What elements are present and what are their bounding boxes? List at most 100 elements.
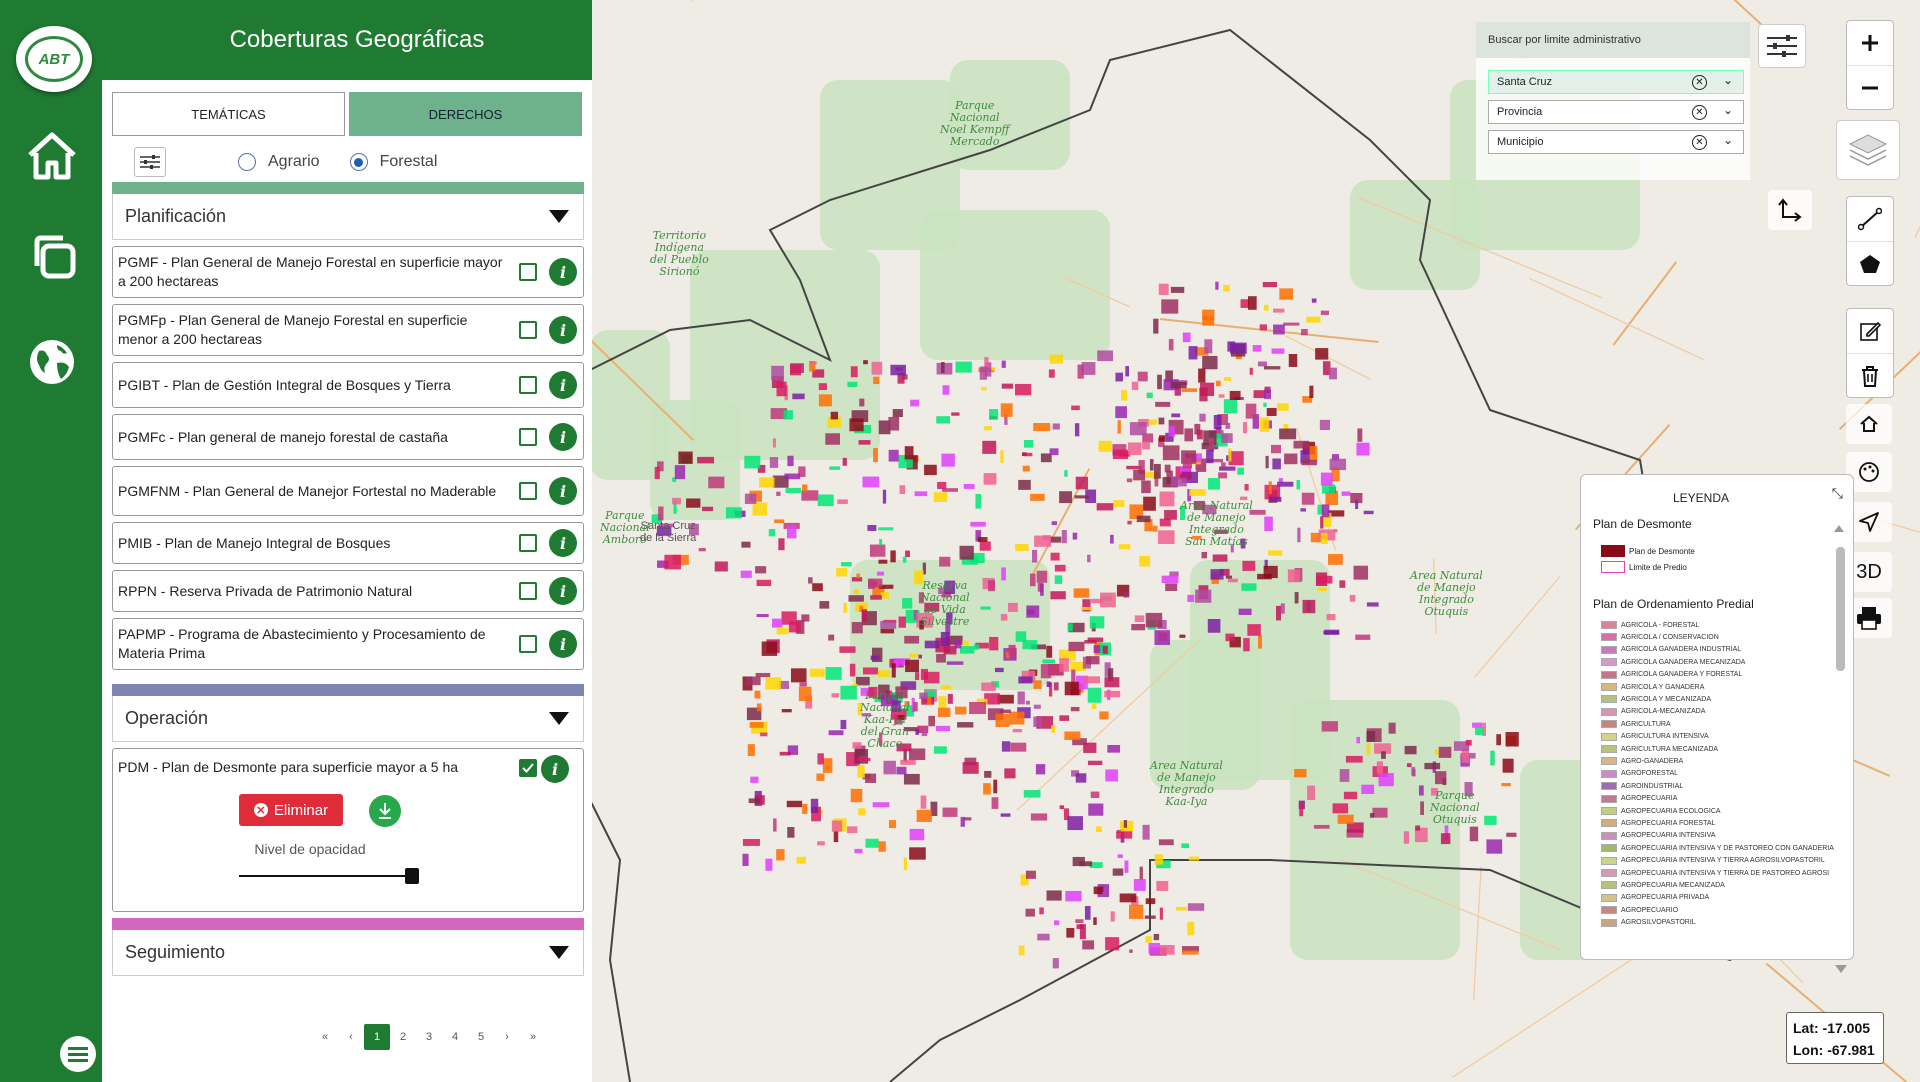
legend-label: AGROPECUARIA INTENSIVA Y DE PASTOREO CON… (1621, 844, 1834, 852)
layer-checkbox[interactable] (519, 582, 537, 600)
delete-drawing-button[interactable] (1847, 353, 1893, 397)
info-icon[interactable]: i (549, 577, 577, 605)
land-parcel (830, 411, 839, 420)
departamento-select[interactable]: Santa Cruz ✕ ⌄ (1488, 70, 1744, 94)
land-parcel (742, 853, 749, 866)
layer-checkbox[interactable] (519, 534, 537, 552)
draw-line-button[interactable] (1847, 197, 1893, 241)
legend-swatch (1601, 670, 1617, 679)
legend-item: AGRICOLA GANADERA MECANIZADA (1601, 658, 1745, 667)
chevron-down-icon[interactable] (549, 946, 569, 959)
page-link[interactable]: 3 (416, 1024, 442, 1050)
legend-label: AGRICULTURA (1621, 720, 1671, 728)
menu-button[interactable] (60, 1036, 96, 1072)
info-icon[interactable]: i (549, 371, 577, 399)
tab-tematicas[interactable]: TEMÁTICAS (112, 92, 345, 136)
page-link[interactable]: « (312, 1024, 338, 1050)
chevron-down-icon[interactable]: ⌄ (1723, 133, 1733, 147)
info-icon[interactable]: i (549, 258, 577, 286)
globe-icon[interactable] (24, 334, 80, 390)
filter-button[interactable] (134, 147, 166, 177)
delete-button[interactable]: ✕ Eliminar (239, 794, 343, 826)
layer-checkbox[interactable] (519, 263, 537, 281)
section-seguimiento[interactable]: Seguimiento (112, 930, 584, 976)
layers-copy-icon[interactable] (24, 228, 80, 284)
info-icon[interactable]: i (549, 477, 577, 505)
land-parcel (1300, 508, 1306, 512)
home-icon[interactable] (24, 128, 80, 184)
layer-checkbox[interactable] (519, 428, 537, 446)
section-operacion[interactable]: Operación (112, 696, 584, 742)
clear-icon[interactable]: ✕ (1692, 105, 1707, 120)
opacity-slider[interactable] (239, 868, 419, 884)
land-parcel (1200, 382, 1215, 397)
info-icon[interactable]: i (541, 755, 569, 783)
layer-checkbox[interactable] (519, 321, 537, 339)
land-parcel (1073, 588, 1090, 598)
page-link[interactable]: 1 (364, 1024, 390, 1050)
zoom-in-button[interactable] (1847, 21, 1893, 65)
page-link[interactable]: » (520, 1024, 546, 1050)
layer-item-label: PGMFc - Plan general de manejo forestal … (118, 428, 448, 445)
basemap-layers-button[interactable] (1836, 120, 1900, 180)
land-parcel (1059, 658, 1069, 672)
info-icon[interactable]: i (549, 316, 577, 344)
municipio-select[interactable]: Municipio ✕ ⌄ (1488, 130, 1744, 154)
download-button[interactable] (369, 795, 401, 827)
land-parcel (837, 499, 848, 504)
land-parcel (1411, 767, 1416, 776)
radio-agrario[interactable]: Agrario (238, 153, 320, 171)
chevron-down-icon[interactable]: ⌄ (1723, 73, 1733, 87)
land-parcel (902, 556, 907, 563)
home-extent-button[interactable] (1846, 404, 1892, 444)
page-link[interactable]: 2 (390, 1024, 416, 1050)
scroll-down-icon[interactable] (1834, 964, 1848, 974)
chevron-down-icon[interactable] (549, 210, 569, 223)
land-parcel (1319, 419, 1330, 431)
measure-button[interactable] (1768, 190, 1812, 230)
edit-button[interactable] (1847, 309, 1893, 353)
page-link[interactable]: › (494, 1024, 520, 1050)
tab-derechos[interactable]: DERECHOS (349, 92, 582, 136)
chevron-down-icon[interactable] (549, 712, 569, 725)
chevron-down-icon[interactable]: ⌄ (1723, 103, 1733, 117)
opacity-slider-handle[interactable] (405, 868, 419, 884)
land-parcel (1070, 706, 1080, 712)
page-link[interactable]: 4 (442, 1024, 468, 1050)
land-parcel (779, 751, 791, 756)
land-parcel (924, 640, 940, 649)
land-parcel (744, 493, 757, 504)
info-icon[interactable]: i (549, 423, 577, 451)
zoom-out-button[interactable] (1847, 65, 1893, 109)
pdm-checkbox[interactable] (519, 759, 537, 777)
land-parcel (1273, 308, 1285, 313)
land-parcel (1035, 764, 1046, 775)
admin-filter-button[interactable] (1758, 24, 1806, 68)
collapse-icon[interactable]: ⤡ (1832, 485, 1843, 502)
radio-forestal[interactable]: Forestal (349, 153, 437, 171)
land-parcel (840, 685, 857, 700)
land-parcel (1143, 496, 1156, 511)
legend-scrollbar[interactable] (1834, 523, 1845, 959)
legend-label: AGRICOLA-MECANIZADA (1621, 708, 1706, 716)
layer-checkbox[interactable] (519, 482, 537, 500)
info-icon[interactable]: i (549, 630, 577, 658)
radio-agrario-dot[interactable] (238, 153, 256, 171)
clear-icon[interactable]: ✕ (1692, 75, 1707, 90)
clear-icon[interactable]: ✕ (1692, 135, 1707, 150)
layer-checkbox[interactable] (519, 635, 537, 653)
layer-checkbox[interactable] (519, 376, 537, 394)
legend-scroll-thumb[interactable] (1836, 547, 1845, 671)
land-parcel (924, 464, 937, 476)
legend-swatch (1601, 831, 1617, 840)
page-link[interactable]: 5 (468, 1024, 494, 1050)
land-parcel (750, 776, 759, 783)
draw-polygon-button[interactable] (1847, 241, 1893, 285)
radio-forestal-dot[interactable] (349, 153, 368, 171)
page-link[interactable]: ‹ (338, 1024, 364, 1050)
land-parcel (1381, 751, 1386, 759)
provincia-select[interactable]: Provincia ✕ ⌄ (1488, 100, 1744, 124)
info-icon[interactable]: i (549, 529, 577, 557)
sections-list[interactable]: Planificación PGMF - Plan General de Man… (112, 182, 584, 976)
section-planificacion[interactable]: Planificación (112, 194, 584, 240)
